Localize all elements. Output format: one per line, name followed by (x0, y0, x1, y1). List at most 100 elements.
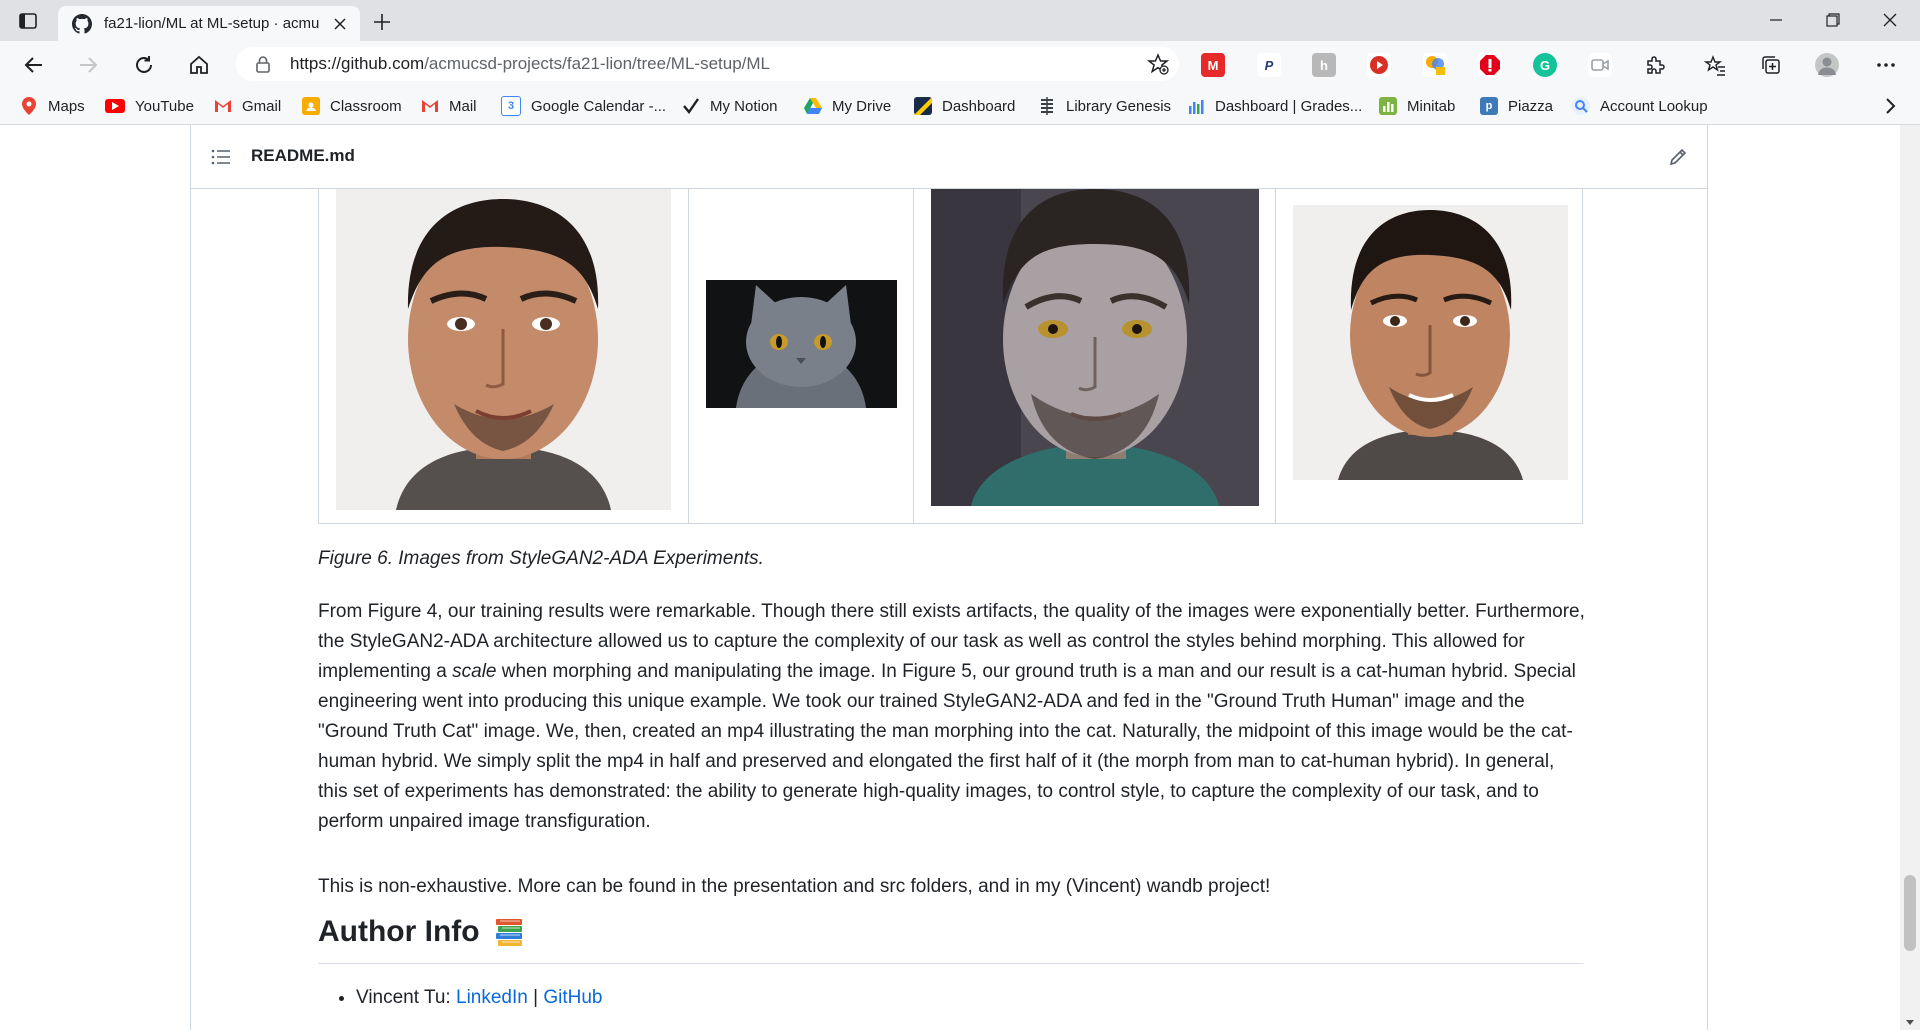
adblock-extension-icon[interactable] (1478, 53, 1502, 77)
emphasis-text: scale (452, 661, 497, 682)
bookmark-label: Account Lookup (1600, 97, 1708, 115)
bookmark-label: Minitab (1407, 97, 1456, 115)
favorites-icon[interactable] (1703, 53, 1727, 77)
dashboard-icon (914, 97, 932, 115)
lock-icon[interactable] (254, 55, 272, 73)
piazza-icon: p (1480, 97, 1498, 115)
bookmark-label: Dashboard | Grades... (1215, 97, 1363, 115)
cat-photo (706, 280, 897, 408)
readme-container: README.md Figure 6. Images from StyleGAN… (190, 125, 1708, 1030)
close-tab-icon[interactable] (330, 14, 350, 34)
youtube-icon (105, 99, 125, 113)
figure-caption: Figure 6. Images from StyleGAN2-ADA Expe… (318, 548, 764, 569)
bookmark-label: Gmail (242, 97, 282, 115)
results-paragraph: From Figure 4, our training results were… (318, 597, 1586, 837)
tab-title: fa21-lion/ML at ML-setup · acmu (104, 15, 320, 32)
honey-extension-icon[interactable] (1423, 53, 1447, 77)
maps-pin-icon (20, 97, 38, 115)
bookmark-gmail[interactable]: Gmail (214, 96, 281, 116)
bookmark-my-notion[interactable]: My Notion (682, 96, 778, 116)
bookmark-mail[interactable]: Mail (421, 96, 477, 116)
library-icon (1038, 97, 1056, 115)
link-separator: | (527, 987, 544, 1008)
calendar-icon: 3 (501, 96, 521, 116)
account-lookup-icon (1572, 97, 1590, 115)
table-cell (689, 189, 914, 523)
heading-text: Author Info (318, 915, 480, 948)
bookmark-my-drive[interactable]: My Drive (804, 96, 891, 116)
bookmark-label: Maps (48, 97, 85, 115)
linkedin-link[interactable]: LinkedIn (456, 987, 528, 1008)
author-info-heading: Author Info (318, 915, 524, 949)
bookmark-label: My Drive (832, 97, 892, 115)
minimize-icon[interactable] (1756, 6, 1796, 34)
mendeley-extension-icon[interactable]: M (1201, 53, 1225, 77)
back-icon[interactable] (18, 49, 50, 81)
bookmark-grades[interactable]: Dashboard | Grades... (1187, 96, 1362, 116)
scroll-down-icon[interactable] (1905, 1017, 1915, 1027)
tab-strip: fa21-lion/ML at ML-setup · acmu (0, 0, 1920, 41)
bookmark-piazza[interactable]: p Piazza (1480, 96, 1553, 116)
table-cell (1276, 189, 1584, 523)
mail-icon (421, 97, 439, 115)
chevron-right-icon[interactable] (1880, 96, 1900, 116)
readme-header: README.md (191, 125, 1707, 189)
books-icon (494, 917, 524, 947)
bar-chart-icon (1187, 97, 1205, 115)
edit-pencil-icon[interactable] (1667, 146, 1689, 168)
new-tab-icon[interactable] (368, 8, 396, 36)
reload-icon[interactable] (128, 49, 160, 81)
bookmark-label: Piazza (1508, 97, 1554, 115)
paypal-extension-icon[interactable]: P (1257, 53, 1281, 77)
outline-list-icon[interactable] (211, 147, 231, 167)
bookmark-dashboard[interactable]: Dashboard (914, 96, 1015, 116)
address-bar[interactable]: https://github.com/acmucsd-projects/fa21… (236, 47, 1179, 81)
human-face-photo (336, 189, 671, 510)
bookmark-label: Mail (449, 97, 477, 115)
video-extension-icon[interactable] (1588, 53, 1612, 77)
browser-toolbar: https://github.com/acmucsd-projects/fa21… (0, 41, 1920, 88)
bookmark-label: Library Genesis (1066, 97, 1172, 115)
scrollbar-thumb[interactable] (1904, 875, 1916, 951)
bookmark-minitab[interactable]: Minitab (1379, 96, 1455, 116)
grammarly-extension-icon[interactable]: G (1533, 53, 1557, 77)
bookmark-classroom[interactable]: Classroom (302, 96, 402, 116)
drive-icon (804, 97, 822, 115)
close-window-icon[interactable] (1870, 6, 1910, 34)
more-menu-icon[interactable] (1874, 53, 1898, 77)
tab-actions-icon[interactable] (14, 8, 42, 34)
minitab-icon (1379, 97, 1397, 115)
forward-icon[interactable] (72, 49, 104, 81)
browser-tab-active[interactable]: fa21-lion/ML at ML-setup · acmu (58, 6, 360, 41)
github-icon (72, 13, 92, 34)
url-host: https://github.com (290, 54, 425, 73)
record-extension-icon[interactable] (1367, 53, 1391, 77)
generated-face-photo (1293, 205, 1568, 480)
heading-divider (318, 963, 1583, 964)
bookmark-maps[interactable]: Maps (20, 96, 85, 116)
list-item: Vincent Tu: LinkedIn | GitHub (356, 983, 602, 1013)
nonexhaustive-paragraph: This is non-exhaustive. More can be foun… (318, 876, 1271, 897)
github-link[interactable]: GitHub (543, 987, 602, 1008)
extensions-puzzle-icon[interactable] (1643, 53, 1667, 77)
bookmark-label: My Notion (710, 97, 778, 115)
bookmark-label: Classroom (330, 97, 402, 115)
page-scrollbar[interactable] (1900, 125, 1920, 1030)
figure-image-table (318, 189, 1583, 524)
bookmark-label: YouTube (135, 97, 194, 115)
bookmark-library-genesis[interactable]: Library Genesis (1038, 96, 1171, 116)
bookmarks-bar: Maps YouTube Gmail Classroom Mail 3 Goog… (0, 88, 1920, 125)
author-list: Vincent Tu: LinkedIn | GitHub (318, 983, 602, 1013)
table-cell (319, 189, 689, 523)
profile-avatar[interactable] (1815, 53, 1839, 77)
readme-filename[interactable]: README.md (251, 146, 355, 166)
add-favorite-icon[interactable] (1147, 53, 1169, 75)
bookmark-google-calendar[interactable]: 3 Google Calendar -... (501, 96, 666, 116)
bookmark-account-lookup[interactable]: Account Lookup (1572, 96, 1708, 116)
gmail-icon (214, 97, 232, 115)
home-icon[interactable] (183, 49, 215, 81)
bookmark-youtube[interactable]: YouTube (105, 96, 194, 116)
collections-icon[interactable] (1759, 53, 1783, 77)
restore-icon[interactable] (1813, 6, 1853, 34)
scholar-extension-icon[interactable]: h (1312, 53, 1336, 77)
